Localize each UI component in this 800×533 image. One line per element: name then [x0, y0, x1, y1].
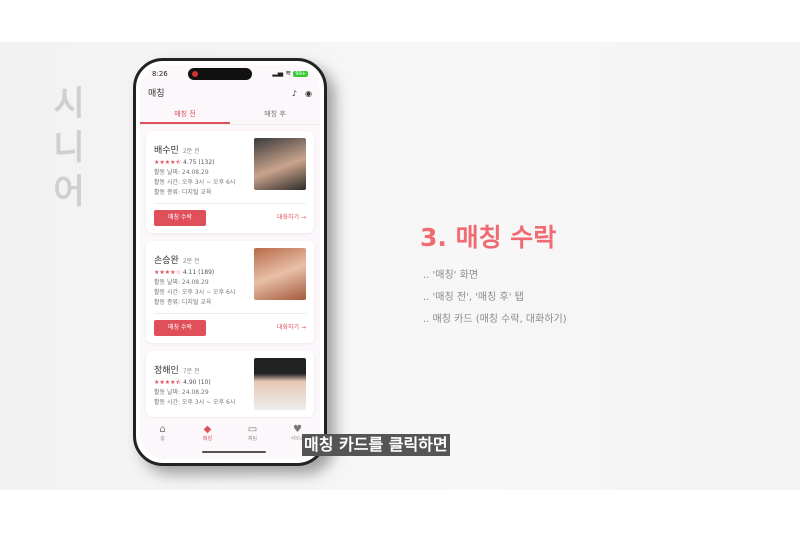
activity-date: 활동 날짜: 24.08.29 [154, 169, 209, 176]
slide-bullet: .. '매칭 전', '매칭 후' 탭 [423, 292, 524, 303]
match-card-list[interactable]: 배수민 2분 전 ★★★★⯪ 4.75 (132) 활동 날짜: 24.08.29… [140, 125, 320, 417]
match-card[interactable]: 정해인 7분 전 ★★★★⯪ 4.90 (10) 활동 날짜: 24.08.29 … [146, 351, 314, 417]
app-header: 매칭 ♪ ◉ [140, 83, 320, 105]
tab-before-matching[interactable]: 매칭 전 [140, 105, 230, 124]
page-title: 매칭 [148, 88, 165, 99]
rating-text: 4.11 (189) [182, 269, 215, 276]
activity-type: 활동 종류: 디지털 교육 [154, 189, 212, 196]
status-time: 8:26 [152, 69, 168, 78]
video-subtitle: 매칭 카드를 클릭하면 [302, 434, 450, 456]
profile-photo [254, 358, 306, 410]
nav-chat[interactable]: ▭ 채팅 [230, 424, 275, 459]
card-name: 배수민 [154, 146, 179, 156]
chat-link[interactable]: 대화하기 → [277, 324, 306, 332]
profile-photo [254, 248, 306, 300]
star-rating-icon: ★★★★☆ [154, 269, 181, 276]
nav-label: 매칭 [202, 436, 213, 442]
tab-after-matching[interactable]: 매칭 후 [230, 105, 320, 124]
activity-time: 활동 시간: 오후 3시 ~ 오후 6시 [154, 399, 236, 406]
slide-bullet: .. '매칭' 화면 [423, 270, 479, 281]
activity-date: 활동 날짜: 24.08.29 [154, 389, 209, 396]
battery-icon: 99+ [293, 71, 308, 77]
activity-date: 활동 날짜: 24.08.29 [154, 279, 209, 286]
bell-icon[interactable]: ♪ [292, 89, 297, 98]
accept-match-button[interactable]: 매칭 수락 [154, 320, 206, 336]
activity-time: 활동 시간: 오후 3시 ~ 오후 6시 [154, 179, 236, 186]
card-time-ago: 2분 전 [182, 258, 200, 265]
accept-match-button[interactable]: 매칭 수락 [154, 210, 206, 226]
slide-title: 3. 매칭 수락 [420, 223, 557, 252]
side-label: 시니어 [53, 84, 85, 212]
star-rating-icon: ★★★★⯪ [154, 159, 182, 166]
nav-label: 홈 [160, 436, 165, 442]
nav-matching[interactable]: ◆ 매칭 [185, 424, 230, 459]
bottom-nav: ⌂ 홈 ◆ 매칭 ▭ 채팅 ♥ 서비스 [140, 419, 320, 459]
handshake-icon: ◆ [203, 424, 212, 435]
slide-bullet: .. 매칭 카드 (매칭 수락, 대화하기) [423, 314, 567, 325]
home-indicator [202, 451, 266, 453]
phone-mockup: 8:26 ▂▄ ≋ 99+ 매칭 ♪ ◉ 매칭 전 매칭 후 배수민 2분 전 ★★… [133, 58, 327, 466]
profile-photo [254, 138, 306, 190]
card-time-ago: 7분 전 [182, 368, 200, 375]
chat-link[interactable]: 대화하기 → [277, 214, 306, 222]
dynamic-island [188, 68, 253, 80]
card-name: 손승완 [154, 256, 179, 266]
phone-screen: 8:26 ▂▄ ≋ 99+ 매칭 ♪ ◉ 매칭 전 매칭 후 배수민 2분 전 ★★… [140, 65, 320, 459]
profile-icon[interactable]: ◉ [305, 89, 312, 98]
match-card[interactable]: 배수민 2분 전 ★★★★⯪ 4.75 (132) 활동 날짜: 24.08.29… [146, 131, 314, 233]
status-bar: 8:26 ▂▄ ≋ 99+ [140, 65, 320, 83]
rating-text: 4.90 (10) [183, 379, 211, 386]
card-time-ago: 2분 전 [182, 148, 200, 155]
home-icon: ⌂ [159, 424, 166, 435]
chat-icon: ▭ [247, 424, 258, 435]
nav-label: 채팅 [247, 436, 258, 442]
nav-home[interactable]: ⌂ 홈 [140, 424, 185, 459]
activity-type: 활동 종류: 디지털 교육 [154, 299, 212, 306]
rating-text: 4.75 (132) [183, 159, 215, 166]
tab-bar: 매칭 전 매칭 후 [140, 105, 320, 125]
activity-time: 활동 시간: 오후 3시 ~ 오후 6시 [154, 289, 236, 296]
card-name: 정해인 [154, 366, 179, 376]
status-icons: ▂▄ ≋ 99+ [272, 69, 308, 77]
star-rating-icon: ★★★★⯪ [154, 379, 182, 386]
background-band [0, 42, 800, 490]
match-card[interactable]: 손승완 2분 전 ★★★★☆ 4.11 (189) 활동 날짜: 24.08.29… [146, 241, 314, 343]
